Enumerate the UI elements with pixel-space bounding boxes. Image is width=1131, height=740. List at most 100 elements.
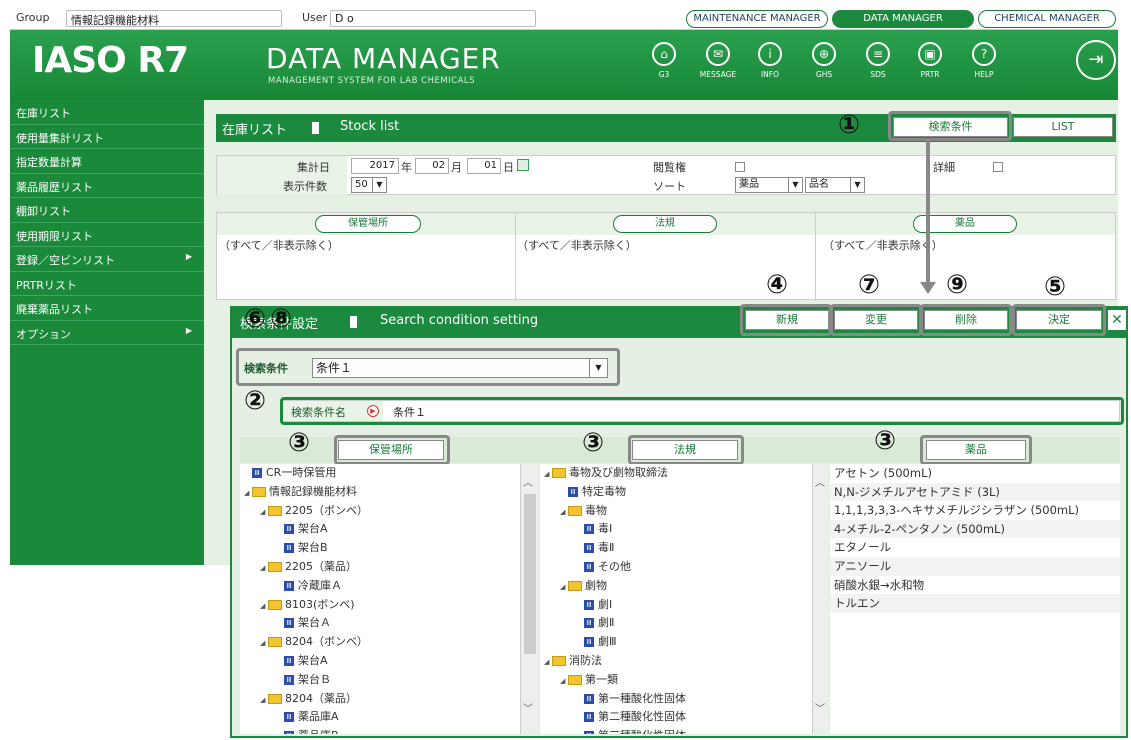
- expand-icon: ◢: [560, 676, 566, 685]
- list-item[interactable]: エタノール: [830, 538, 1120, 557]
- sidebar-item-1[interactable]: 使用量集計リスト: [10, 125, 204, 149]
- view-checkbox[interactable]: [735, 162, 745, 172]
- tree-node[interactable]: Ⅲ 劇Ⅱ: [540, 614, 812, 633]
- tree-node[interactable]: Ⅲ 毒Ⅱ: [540, 539, 812, 558]
- tree-node[interactable]: ◢ 劇物: [540, 577, 812, 596]
- sidebar-item-7[interactable]: PRTRリスト: [10, 272, 204, 296]
- document-icon[interactable]: ≡ SDS: [858, 42, 898, 79]
- app-header: IASO R7 DATA MANAGER MANAGEMENT SYSTEM F…: [10, 30, 1118, 100]
- tree-node[interactable]: Ⅲ 毒Ⅰ: [540, 520, 812, 539]
- sidebar-item-3[interactable]: 薬品履歴リスト: [10, 174, 204, 198]
- list-item[interactable]: N,N-ジメチルアセトアミド (3L): [830, 482, 1120, 502]
- tree-node[interactable]: ◢ 消防法: [540, 652, 812, 671]
- detail-label: 詳細: [933, 161, 955, 174]
- sort-select-1[interactable]: 薬品 ▼: [735, 177, 803, 193]
- prtr-icon[interactable]: ▣ PRTR: [910, 42, 950, 79]
- close-icon[interactable]: ✕: [1108, 310, 1126, 330]
- tree-node[interactable]: Ⅲ 特定毒物: [540, 483, 812, 502]
- calendar-icon[interactable]: [517, 159, 529, 171]
- sidebar-item-label: 使用期限リスト: [16, 229, 93, 243]
- folder-icon: [268, 561, 282, 572]
- chevron-down-icon: ▼: [372, 178, 386, 192]
- g3-icon[interactable]: ⌂ G3: [644, 42, 684, 79]
- callout-8: ⑧: [270, 304, 293, 334]
- list-item[interactable]: トルエン: [830, 594, 1120, 613]
- tree-node[interactable]: Ⅲ CR一時保管用: [240, 464, 520, 483]
- detail-checkbox[interactable]: [993, 162, 1003, 172]
- month-field[interactable]: 02: [415, 158, 449, 174]
- tree-node[interactable]: ◢ 2205（ボンベ）: [240, 502, 520, 521]
- folder-icon: [568, 580, 582, 591]
- tree-node[interactable]: Ⅲ 架台A: [240, 520, 520, 539]
- help-icon[interactable]: ? HELP: [964, 42, 1004, 79]
- globe-icon[interactable]: ⊕ GHS: [804, 42, 844, 79]
- law-column-button[interactable]: 法規: [613, 215, 717, 233]
- tree-node[interactable]: ◢ 8204（ボンベ）: [240, 633, 520, 652]
- chevron-right-icon: ▶: [185, 252, 192, 261]
- day-field[interactable]: 01: [467, 158, 501, 174]
- sidebar-item-0[interactable]: 在庫リスト: [10, 100, 204, 125]
- tree-node[interactable]: ◢ 2205（薬品）: [240, 558, 520, 577]
- law-scrollbar[interactable]: ︿ ﹀: [812, 464, 828, 734]
- list-button[interactable]: LIST: [1013, 117, 1113, 137]
- tree-node[interactable]: Ⅲ 劇Ⅲ: [540, 633, 812, 652]
- sidebar-item-label: PRTRリスト: [16, 278, 77, 292]
- tree-node[interactable]: Ⅲ 架台B: [240, 539, 520, 558]
- tree-node[interactable]: Ⅲ 第二種酸化性固体: [540, 708, 812, 727]
- tree-node[interactable]: Ⅲ 架台Ｂ: [240, 671, 520, 690]
- sidebar-item-2[interactable]: 指定数量計算: [10, 149, 204, 174]
- list-item[interactable]: アニソール: [830, 556, 1120, 576]
- tree-node[interactable]: Ⅲ 第一種酸化性固体: [540, 690, 812, 709]
- storage-column-button[interactable]: 保管場所: [315, 215, 421, 233]
- sidebar-item-4[interactable]: 棚卸リスト: [10, 198, 204, 223]
- group-field[interactable]: 情報記録機能材料: [66, 10, 282, 27]
- tree-node[interactable]: ◢ 毒物及び劇物取締法: [540, 464, 812, 483]
- sidebar-item-8[interactable]: 廃棄薬品リスト: [10, 296, 204, 321]
- list-item[interactable]: 1,1,1,3,3,3-ヘキサメチルジシラザン (500mL): [830, 501, 1120, 520]
- square-icon: [350, 316, 361, 328]
- tree-node[interactable]: Ⅲ 薬品庫A: [240, 708, 520, 727]
- folder-icon: [552, 655, 566, 666]
- count-select[interactable]: 50 ▼: [351, 177, 387, 193]
- tree-node[interactable]: Ⅲ 第三種酸化性固体: [540, 727, 812, 734]
- tree-node[interactable]: ◢ 8103(ボンベ): [240, 596, 520, 615]
- day-unit: 日: [503, 161, 514, 174]
- tree-node[interactable]: Ⅲ 架台Ａ: [240, 614, 520, 633]
- data-manager-tab[interactable]: DATA MANAGER: [832, 10, 974, 28]
- highlight-6-8: [236, 348, 620, 386]
- tree-node[interactable]: Ⅲ その他: [540, 558, 812, 577]
- tree-node[interactable]: ◢ 第一類: [540, 671, 812, 690]
- info-icon[interactable]: i INFO: [750, 42, 790, 79]
- exit-icon[interactable]: ⇥: [1076, 40, 1116, 80]
- storage-scrollbar[interactable]: ︿ ﹀: [520, 464, 538, 734]
- year-field[interactable]: 2017: [351, 158, 399, 174]
- user-field[interactable]: D o: [330, 10, 536, 27]
- chemical-manager-tab[interactable]: CHEMICAL MANAGER: [978, 10, 1116, 28]
- sidebar-item-6[interactable]: 登録／空ビンリスト ▶: [10, 247, 204, 272]
- list-item[interactable]: 硝酸水銀→水和物: [830, 576, 1120, 595]
- square-icon: [312, 122, 323, 134]
- tree-node[interactable]: Ⅲ 冷蔵庫Ａ: [240, 577, 520, 596]
- tree-node[interactable]: Ⅲ 劇Ⅰ: [540, 596, 812, 615]
- highlight-3c: [920, 435, 1032, 465]
- law-tree: ◢ 毒物及び劇物取締法 Ⅲ 特定毒物 ◢ 毒物 Ⅲ 毒Ⅰ Ⅲ 毒Ⅱ Ⅲ その他 ◢ 劇物 Ⅲ 劇Ⅰ Ⅲ 劇Ⅱ Ⅲ 劇Ⅲ…: [540, 464, 812, 734]
- expand-icon: ◢: [260, 601, 266, 610]
- sidebar-item-5[interactable]: 使用期限リスト: [10, 223, 204, 247]
- sidebar-item-9[interactable]: オプション ▶: [10, 321, 204, 345]
- shelf-icon: Ⅲ: [284, 655, 294, 666]
- tree-node[interactable]: Ⅲ 薬品庫B: [240, 727, 520, 734]
- message-icon[interactable]: ✉ MESSAGE: [698, 42, 738, 79]
- tree-node[interactable]: Ⅲ 架台A: [240, 652, 520, 671]
- maintenance-manager-tab[interactable]: MAINTENANCE MANAGER: [686, 10, 828, 28]
- top-bar: Group 情報記録機能材料 User D o MAINTENANCE MANA…: [10, 8, 1118, 30]
- expand-icon: ◢: [544, 470, 550, 478]
- view-label: 閲覧権: [653, 161, 686, 174]
- tree-node[interactable]: ◢ 毒物: [540, 502, 812, 521]
- list-item[interactable]: アセトン (500mL): [830, 464, 1120, 483]
- tree-node[interactable]: ◢ 8204（薬品）: [240, 690, 520, 709]
- tree-node-label: 消防法: [569, 653, 602, 667]
- tree-node[interactable]: ◢ 情報記録機能材料: [240, 483, 520, 502]
- sort-select-2[interactable]: 品名 ▼: [805, 177, 865, 193]
- expand-icon: ◢: [244, 488, 250, 497]
- list-item[interactable]: 4-メチル-2-ペンタノン (500mL): [830, 519, 1120, 539]
